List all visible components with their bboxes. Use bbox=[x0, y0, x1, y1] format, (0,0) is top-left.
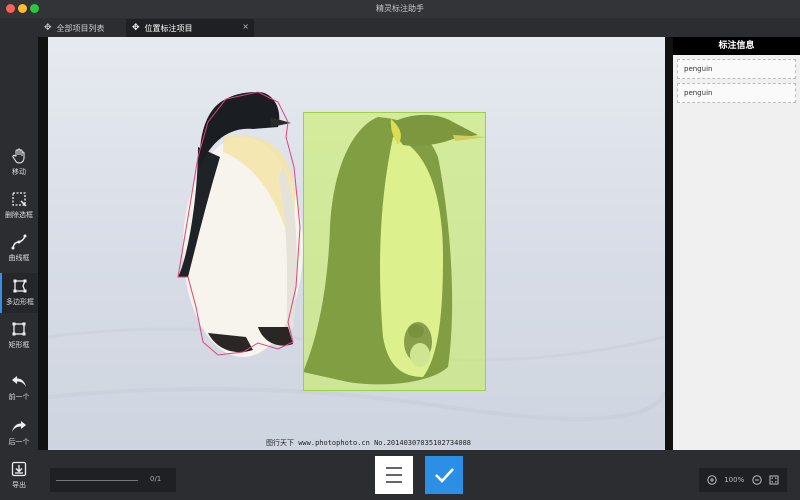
tool-label: 移动 bbox=[12, 168, 26, 176]
tool-label: 曲线框 bbox=[8, 254, 30, 262]
tool-rectangle[interactable]: 矩形框 bbox=[0, 316, 38, 356]
tab-label: 位置标注项目 bbox=[144, 23, 193, 33]
annotation-list-item[interactable]: penguin bbox=[677, 59, 796, 79]
photo: 图行天下 www.photophoto.cn No.20140307035102… bbox=[48, 37, 665, 450]
title-bar: 精灵标注助手 bbox=[0, 0, 800, 19]
tab-label: 全部项目列表 bbox=[56, 23, 105, 33]
progress-text: 0/1 bbox=[150, 475, 162, 483]
hand-icon bbox=[12, 148, 25, 164]
tool-label: 矩形框 bbox=[8, 341, 30, 349]
tool-label: 后一个 bbox=[8, 438, 30, 446]
progress-track[interactable] bbox=[56, 480, 138, 481]
tool-move[interactable]: 移动 bbox=[0, 143, 38, 183]
panel-title: 标注信息 bbox=[673, 37, 800, 55]
tool-delete-box[interactable]: 删除选框 bbox=[0, 186, 38, 226]
curve-icon bbox=[11, 234, 27, 250]
delete-box-icon bbox=[12, 192, 27, 207]
undo-arrow-icon bbox=[12, 376, 26, 387]
tool-polygon[interactable]: 多边形框 bbox=[0, 273, 38, 313]
gear-icon: ✥ bbox=[44, 23, 52, 33]
redo-arrow-icon bbox=[12, 421, 26, 432]
annotation-canvas[interactable]: 图行天下 www.photophoto.cn No.20140307035102… bbox=[38, 37, 673, 450]
tool-previous[interactable]: 前一个 bbox=[0, 368, 38, 408]
tool-label: 删除选框 bbox=[5, 211, 33, 219]
progress-indicator: 0/1 bbox=[50, 468, 176, 492]
tab-bar: ✥ 全部项目列表 ✥ 位置标注项目 × bbox=[38, 18, 800, 37]
fit-screen-icon[interactable] bbox=[769, 475, 779, 485]
annotation-list-item[interactable]: penguin bbox=[677, 83, 796, 103]
zoom-level: 100% bbox=[724, 476, 745, 484]
tool-label: 前一个 bbox=[8, 393, 30, 401]
window-title: 精灵标注助手 bbox=[376, 4, 424, 13]
tool-label: 导出 bbox=[12, 481, 26, 489]
tool-curve[interactable]: 曲线框 bbox=[0, 229, 38, 269]
polygon-icon bbox=[13, 279, 27, 293]
tab-all-projects[interactable]: ✥ 全部项目列表 bbox=[38, 19, 124, 37]
export-icon bbox=[11, 461, 27, 477]
rectangle-annotation[interactable] bbox=[303, 112, 486, 391]
zoom-controls: 100% bbox=[699, 468, 787, 492]
image-credit: 图行天下 www.photophoto.cn No.20140307035102… bbox=[266, 439, 472, 447]
tool-label: 多边形框 bbox=[6, 298, 34, 306]
tool-sidebar: 移动 删除选框 曲线框 多边形框 矩形框 前一个 后一个 导出 bbox=[0, 18, 38, 500]
tool-next[interactable]: 后一个 bbox=[0, 413, 38, 453]
confirm-button[interactable] bbox=[425, 456, 463, 494]
tab-position-annotation[interactable]: ✥ 位置标注项目 × bbox=[126, 19, 254, 37]
gear-icon: ✥ bbox=[132, 23, 140, 33]
tool-export[interactable]: 导出 bbox=[0, 456, 38, 496]
rectangle-icon bbox=[12, 322, 26, 336]
list-view-button[interactable] bbox=[375, 456, 413, 494]
annotation-info-panel: 标注信息 penguin penguin bbox=[673, 37, 800, 450]
checkmark-icon bbox=[435, 468, 454, 483]
zoom-in-icon[interactable] bbox=[707, 475, 717, 485]
close-tab-icon[interactable]: × bbox=[242, 22, 249, 31]
bottom-bar: 0/1 100% bbox=[38, 450, 800, 500]
menu-icon bbox=[386, 467, 402, 483]
zoom-out-icon[interactable] bbox=[752, 475, 762, 485]
